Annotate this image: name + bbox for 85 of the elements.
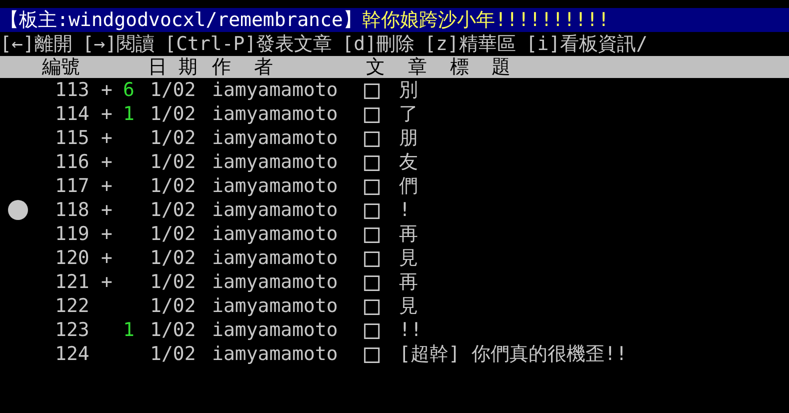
post-date: 1/02	[150, 342, 197, 366]
post-number: 119	[55, 222, 90, 246]
post-title[interactable]: 了	[399, 102, 418, 126]
post-date: 1/02	[150, 102, 197, 126]
column-header: 編號	[42, 56, 81, 78]
column-header: 作 者	[212, 56, 274, 78]
post-date: 1/02	[150, 318, 197, 342]
unread-mark: +	[101, 247, 112, 269]
post-date: 1/02	[150, 78, 197, 102]
status-glyph: □	[364, 126, 380, 150]
post-title[interactable]: 見	[399, 246, 418, 270]
moderator-text: 【板主:windgodvocxl/remembrance】	[0, 8, 362, 32]
post-date: 1/02	[150, 246, 197, 270]
status-glyph: □	[364, 294, 380, 318]
post-date: 1/02	[150, 270, 197, 294]
post-title[interactable]: !!	[399, 318, 422, 342]
status-glyph: □	[364, 342, 380, 366]
unread-mark: +	[101, 103, 112, 125]
column-header: 日 期	[148, 56, 198, 78]
status-glyph: □	[364, 198, 380, 222]
post-author: iamyamamoto	[212, 222, 339, 246]
status-glyph: □	[364, 246, 380, 270]
post-title[interactable]: !	[399, 198, 410, 222]
post-number: 115	[55, 126, 90, 150]
post-date: 1/02	[150, 126, 197, 150]
post-number: 113	[55, 78, 90, 102]
menu-command[interactable]: [Ctrl-P]發表文章	[164, 32, 332, 56]
unread-mark: +	[101, 127, 112, 149]
post-title[interactable]: 再	[399, 222, 418, 246]
board-name: 幹你娘跨沙小年!!!!!!!!!!	[362, 8, 610, 32]
post-title[interactable]: [超幹] 你們真的很機歪!!	[399, 342, 628, 366]
status-glyph: □	[364, 102, 380, 126]
menu-command[interactable]: [←]離開	[0, 32, 72, 56]
menu-command[interactable]: [z]精華區	[424, 32, 516, 56]
status-glyph: □	[364, 174, 380, 198]
menu-command[interactable]: [→]閱讀	[82, 32, 155, 56]
post-date: 1/02	[150, 150, 197, 174]
post-date: 1/02	[150, 198, 197, 222]
unread-mark: +	[101, 271, 112, 293]
post-number: 114	[55, 102, 90, 126]
post-number: 117	[55, 174, 90, 198]
menu-command[interactable]: [i]看板資訊/	[526, 32, 648, 56]
cursor-dot-icon	[8, 200, 28, 220]
post-number: 118	[55, 198, 90, 222]
post-date: 1/02	[150, 222, 197, 246]
post-author: iamyamamoto	[212, 318, 339, 342]
post-author: iamyamamoto	[212, 102, 339, 126]
recommend-count: 6	[123, 79, 134, 101]
post-title[interactable]: 朋	[399, 126, 418, 150]
post-author: iamyamamoto	[212, 198, 339, 222]
post-number: 120	[55, 246, 90, 270]
status-glyph: □	[364, 78, 380, 102]
post-number: 116	[55, 150, 90, 174]
status-glyph: □	[364, 318, 380, 342]
post-title[interactable]: 們	[399, 174, 418, 198]
unread-mark: +	[101, 199, 112, 221]
post-author: iamyamamoto	[212, 270, 339, 294]
post-title[interactable]: 再	[399, 270, 418, 294]
post-author: iamyamamoto	[212, 342, 339, 366]
post-author: iamyamamoto	[212, 174, 339, 198]
post-number: 123	[55, 318, 90, 342]
recommend-count: 1	[123, 103, 134, 125]
unread-mark: +	[101, 223, 112, 245]
post-author: iamyamamoto	[212, 294, 339, 318]
post-author: iamyamamoto	[212, 150, 339, 174]
status-glyph: □	[364, 222, 380, 246]
post-date: 1/02	[150, 294, 197, 318]
status-glyph: □	[364, 150, 380, 174]
post-number: 122	[55, 294, 90, 318]
post-number: 124	[55, 342, 90, 366]
unread-mark: +	[101, 79, 112, 101]
post-number: 121	[55, 270, 90, 294]
menu-command[interactable]: [d]刪除	[342, 32, 414, 56]
post-author: iamyamamoto	[212, 78, 339, 102]
post-title[interactable]: 友	[399, 150, 418, 174]
post-author: iamyamamoto	[212, 126, 339, 150]
unread-mark: +	[101, 151, 112, 173]
unread-mark: +	[101, 175, 112, 197]
post-title[interactable]: 見	[399, 294, 418, 318]
recommend-count: 1	[123, 319, 134, 341]
post-title[interactable]: 別	[399, 78, 418, 102]
column-header: 文 章 標 題	[366, 56, 511, 78]
status-glyph: □	[364, 270, 380, 294]
post-author: iamyamamoto	[212, 246, 339, 270]
post-date: 1/02	[150, 174, 197, 198]
